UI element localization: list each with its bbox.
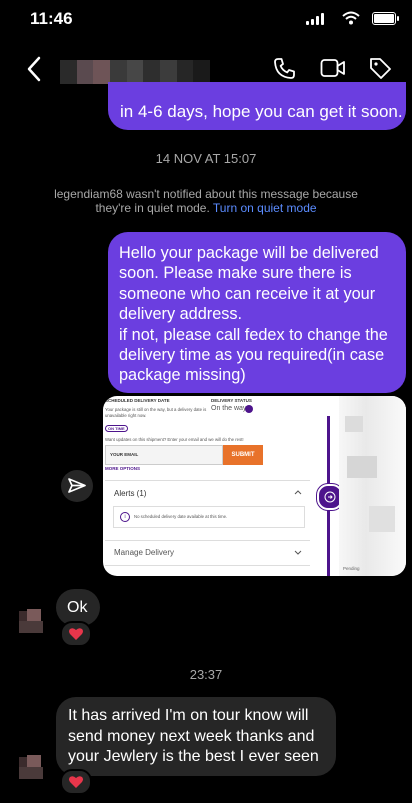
info-icon: i (120, 512, 130, 522)
scheduled-label: SCHEDULED DELIVERY DATE (105, 398, 170, 403)
pending-text: Pending (343, 566, 360, 571)
signal-icon (306, 13, 324, 25)
status-label: DELIVERY STATUS (211, 398, 252, 403)
timestamp: 14 NOV AT 15:07 (155, 151, 257, 166)
alerts-section[interactable]: Alerts (1) i No scheduled delivery date … (105, 480, 310, 541)
blurred-side-panel: Pending (339, 396, 406, 576)
contact-name-blurred[interactable] (60, 60, 211, 84)
chevron-up-icon (294, 490, 302, 495)
alerts-label: Alerts (1) (114, 489, 147, 498)
more-options-link[interactable]: MORE OPTIONS (105, 466, 140, 471)
timestamp: 23:37 (189, 667, 223, 682)
status-bar: 11:46 (0, 0, 412, 40)
manage-delivery-label: Manage Delivery (114, 548, 175, 557)
avatar[interactable] (19, 609, 43, 633)
scheduled-text: Your package is still on the way, but a … (105, 407, 207, 418)
heart-reaction-icon[interactable] (60, 769, 92, 795)
video-call-icon[interactable] (320, 56, 346, 80)
send-icon (68, 478, 86, 493)
outgoing-message[interactable]: Hello your package will be delivered soo… (108, 232, 406, 393)
message-text: Ok (67, 599, 88, 616)
chevron-down-icon (294, 550, 302, 555)
shared-tracking-screenshot[interactable]: SCHEDULED DELIVERY DATE Your package is … (103, 396, 406, 576)
back-arrow-icon[interactable] (26, 56, 42, 82)
avatar[interactable] (19, 755, 43, 779)
updates-text: Want updates on this shipment? Enter you… (105, 437, 244, 442)
submit-button[interactable]: SUBMIT (223, 445, 263, 465)
message-text: Hello your package will be delivered soo… (119, 244, 388, 385)
alert-item: i No scheduled delivery date available a… (113, 506, 305, 528)
status-dot-icon (245, 405, 253, 413)
email-input[interactable]: YOUR EMAIL (105, 445, 223, 465)
alert-text: No scheduled delivery date available at … (134, 514, 228, 519)
incoming-message[interactable]: It has arrived I'm on tour know will sen… (56, 697, 336, 776)
share-button[interactable] (61, 470, 93, 502)
message-text: in 4-6 days, hope you can get it soon. (120, 102, 403, 121)
on-time-badge: ON TIME (105, 425, 128, 432)
manage-delivery-row[interactable]: Manage Delivery (105, 540, 310, 566)
message-text: It has arrived I'm on tour know will sen… (68, 707, 319, 765)
quiet-mode-notice: legendiam68 wasn't notified about this m… (40, 187, 372, 215)
tag-icon[interactable] (368, 56, 392, 80)
battery-icon (372, 12, 399, 25)
status-time: 11:46 (30, 9, 73, 28)
status-value: On the way (211, 405, 247, 412)
phone-icon[interactable] (272, 56, 296, 82)
quiet-mode-link[interactable]: Turn on quiet mode (213, 201, 317, 215)
heart-reaction-icon[interactable] (60, 621, 92, 647)
wifi-icon (342, 11, 360, 25)
outgoing-message-top[interactable]: in 4-6 days, hope you can get it soon. (108, 82, 406, 130)
